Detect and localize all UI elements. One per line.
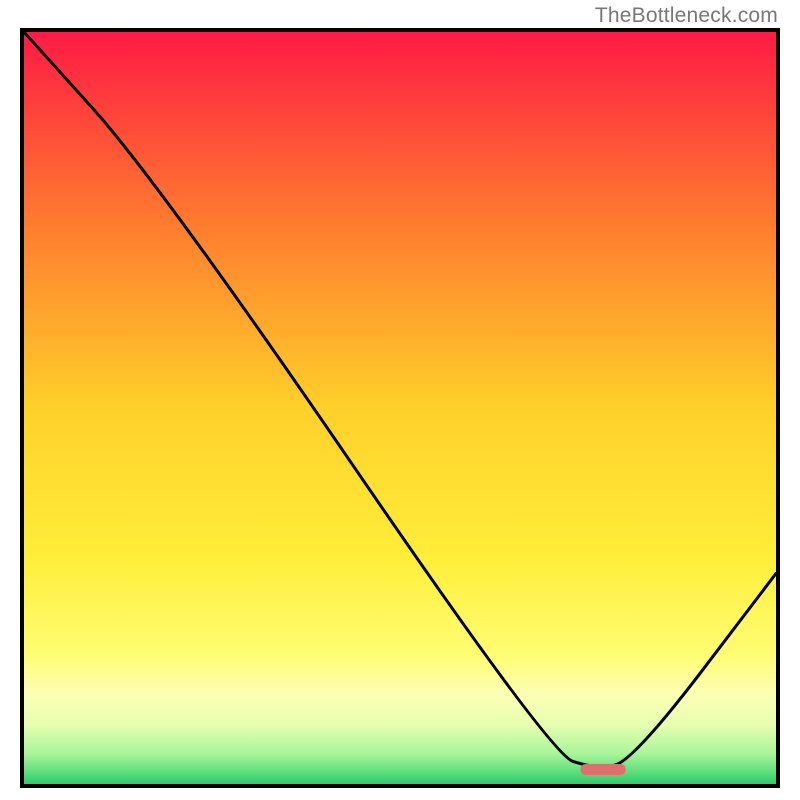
chart-svg [20,28,780,788]
chart-background [24,32,776,784]
min-marker [580,764,625,775]
chart-frame [20,28,780,788]
watermark-text: TheBottleneck.com [595,4,778,28]
